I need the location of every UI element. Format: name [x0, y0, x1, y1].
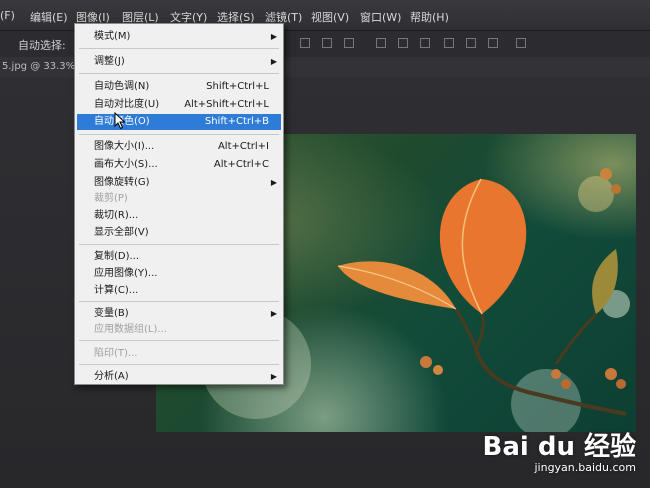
menu-item-canvas-size[interactable]: 画布大小(S)... Alt+Ctrl+C: [77, 157, 281, 173]
menu-help[interactable]: 帮助(H): [410, 9, 449, 25]
menu-item-crop: 裁剪(P): [77, 191, 281, 207]
menu-item-adjustments[interactable]: 调整(J) ▶: [77, 54, 281, 70]
menu-item-label: 画布大小(S)...: [94, 159, 158, 170]
mouse-cursor-icon: [114, 112, 126, 130]
menu-item-shortcut: Alt+Shift+Ctrl+L: [184, 99, 269, 110]
document-tab[interactable]: 5.jpg @ 33.3% (: [2, 61, 82, 72]
menu-item-trap: 陷印(T)...: [77, 346, 281, 362]
menu-item-label: 应用数据组(L)...: [94, 324, 167, 335]
submenu-arrow-icon: ▶: [270, 57, 277, 66]
baidu-jingyan-watermark: Bai du 经验 jingyan.baidu.com: [483, 426, 637, 474]
distribute-right-icon[interactable]: [488, 38, 498, 48]
menu-view[interactable]: 视图(V): [311, 9, 349, 25]
menu-item-label: 模式(M): [94, 31, 131, 42]
align-top-icon[interactable]: [300, 38, 310, 48]
menu-separator: [79, 73, 279, 74]
menu-separator: [79, 134, 279, 135]
menu-item-label: 变量(B): [94, 308, 129, 319]
menu-item-apply-image[interactable]: 应用图像(Y)...: [77, 266, 281, 282]
menu-item-apply-data-set: 应用数据组(L)...: [77, 322, 281, 338]
menu-item-trim[interactable]: 裁切(R)...: [77, 208, 281, 224]
menu-item-label: 裁切(R)...: [94, 210, 139, 221]
image-menu-dropdown: 模式(M) ▶ 调整(J) ▶ 自动色调(N) Shift+Ctrl+L 自动对…: [74, 23, 284, 385]
menu-item-label: 图像旋转(G): [94, 177, 150, 188]
distribute-top-icon[interactable]: [376, 38, 386, 48]
menu-item-label: 自动色调(N): [94, 81, 150, 92]
submenu-arrow-icon: ▶: [270, 372, 277, 381]
menu-item-auto-color[interactable]: 自动颜色(O) Shift+Ctrl+B: [77, 114, 281, 130]
menu-item-image-rotation[interactable]: 图像旋转(G) ▶: [77, 175, 281, 191]
menu-item-shortcut: Shift+Ctrl+L: [206, 81, 269, 92]
menu-item-duplicate[interactable]: 复制(D)...: [77, 249, 281, 265]
menu-file[interactable]: (F): [0, 9, 15, 22]
menu-item-reveal-all[interactable]: 显示全部(V): [77, 225, 281, 241]
align-middle-icon[interactable]: [322, 38, 332, 48]
distribute-left-icon[interactable]: [444, 38, 454, 48]
menu-item-label: 自动对比度(U): [94, 99, 160, 110]
menu-item-calculations[interactable]: 计算(C)...: [77, 283, 281, 299]
submenu-arrow-icon: ▶: [270, 178, 277, 187]
menu-item-image-size[interactable]: 图像大小(I)... Alt+Ctrl+I: [77, 139, 281, 155]
watermark-logo: Bai du 经验: [482, 432, 637, 462]
submenu-arrow-icon: ▶: [270, 309, 277, 318]
auto-align-icon[interactable]: [516, 38, 526, 48]
distribute-middle-icon[interactable]: [398, 38, 408, 48]
distribute-center-icon[interactable]: [466, 38, 476, 48]
menu-separator: [79, 364, 279, 365]
menu-item-mode[interactable]: 模式(M) ▶: [77, 29, 281, 45]
menu-item-label: 显示全部(V): [94, 227, 149, 238]
menu-item-shortcut: Alt+Ctrl+I: [217, 141, 269, 152]
menu-item-label: 分析(A): [94, 371, 129, 382]
menu-item-variables[interactable]: 变量(B) ▶: [77, 306, 281, 322]
menu-item-analysis[interactable]: 分析(A) ▶: [77, 369, 281, 385]
menu-item-label: 复制(D)...: [94, 251, 140, 262]
menu-edit[interactable]: 编辑(E): [30, 9, 68, 25]
menu-separator: [79, 301, 279, 302]
menu-separator: [79, 244, 279, 245]
menu-item-label: 应用图像(Y)...: [94, 268, 158, 279]
menu-separator: [79, 340, 279, 341]
menu-item-label: 计算(C)...: [94, 285, 139, 296]
menu-item-auto-contrast[interactable]: 自动对比度(U) Alt+Shift+Ctrl+L: [77, 97, 281, 113]
distribute-bottom-icon[interactable]: [420, 38, 430, 48]
menu-item-shortcut: Shift+Ctrl+B: [204, 116, 269, 127]
align-bottom-icon[interactable]: [344, 38, 354, 48]
auto-select-label: 自动选择:: [18, 39, 66, 52]
menu-separator: [79, 48, 279, 49]
menu-item-label: 图像大小(I)...: [94, 141, 155, 152]
menu-item-shortcut: Alt+Ctrl+C: [213, 159, 269, 170]
menu-item-label: 调整(J): [94, 56, 125, 67]
menu-item-label: 裁剪(P): [94, 193, 128, 204]
submenu-arrow-icon: ▶: [270, 32, 277, 41]
menu-window[interactable]: 窗口(W): [360, 9, 401, 25]
menu-item-label: 陷印(T)...: [94, 348, 138, 359]
menu-item-auto-tone[interactable]: 自动色调(N) Shift+Ctrl+L: [77, 79, 281, 95]
